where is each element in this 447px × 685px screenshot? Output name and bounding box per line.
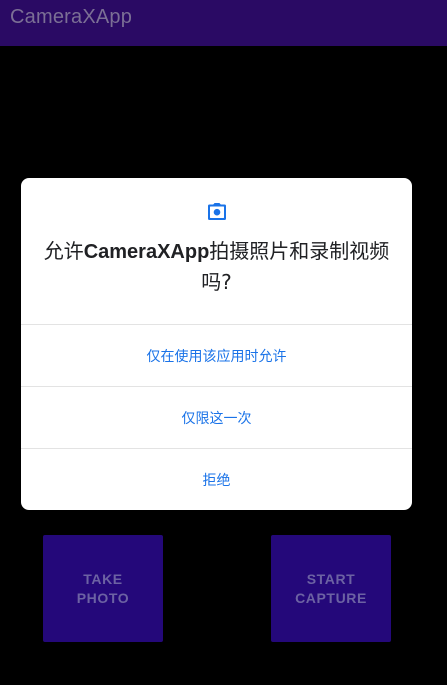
deny-button[interactable]: 拒绝 <box>21 449 412 510</box>
start-capture-label-line2: CAPTURE <box>295 589 367 606</box>
message-prefix: 允许 <box>43 239 84 263</box>
dialog-message: 允许CameraXApp拍摄照片和录制视频吗? <box>39 236 394 297</box>
take-photo-label-line2: PHOTO <box>76 589 130 606</box>
take-photo-button[interactable]: TAKE PHOTO <box>43 535 163 642</box>
app-bar: CameraXApp <box>0 0 447 46</box>
allow-while-using-button[interactable]: 仅在使用该应用时允许 <box>21 325 412 386</box>
take-photo-label-line1: TAKE <box>83 570 123 587</box>
message-suffix: 拍摄照片和录制视频吗? <box>201 239 390 294</box>
message-app-name: CameraXApp <box>83 241 210 263</box>
app-title: CameraXApp <box>10 6 133 28</box>
permission-dialog: 允许CameraXApp拍摄照片和录制视频吗? 仅在使用该应用时允许 仅限这一次… <box>21 178 412 510</box>
deny-label: 拒绝 <box>202 472 231 489</box>
start-capture-label-line1: START <box>306 570 356 587</box>
screen: CameraXApp TAKE PHOTO START CAPTURE 允许Ca… <box>0 0 447 685</box>
allow-while-using-label: 仅在使用该应用时允许 <box>146 348 287 365</box>
start-capture-button[interactable]: START CAPTURE <box>271 535 391 642</box>
allow-once-label: 仅限这一次 <box>181 410 252 427</box>
allow-once-button[interactable]: 仅限这一次 <box>21 387 412 448</box>
camera-icon <box>208 203 226 220</box>
